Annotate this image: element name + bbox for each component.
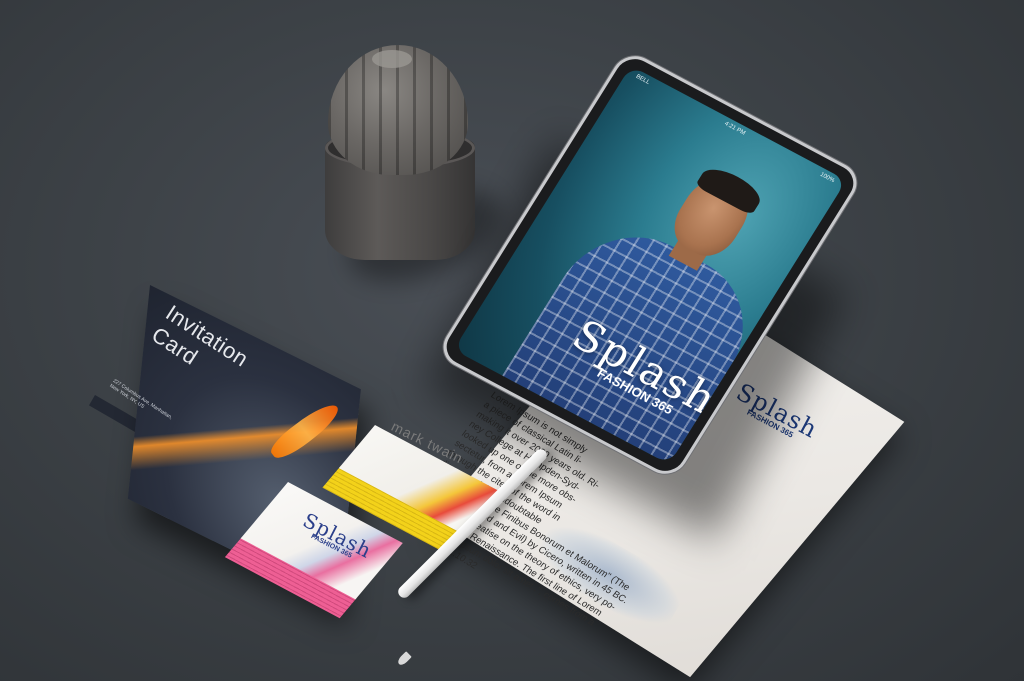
status-time: 4:21 PM: [723, 121, 747, 137]
stylus-tip: [396, 651, 412, 667]
status-battery: 100%: [818, 171, 836, 185]
status-carrier: BELL: [634, 73, 651, 86]
mockup-scene: Invitation Card 227 Columbus Ave, Manhat…: [0, 0, 1024, 681]
cactus-top: [372, 50, 412, 68]
tablet-status-bar: BELL 4:21 PM 100%: [632, 73, 836, 188]
